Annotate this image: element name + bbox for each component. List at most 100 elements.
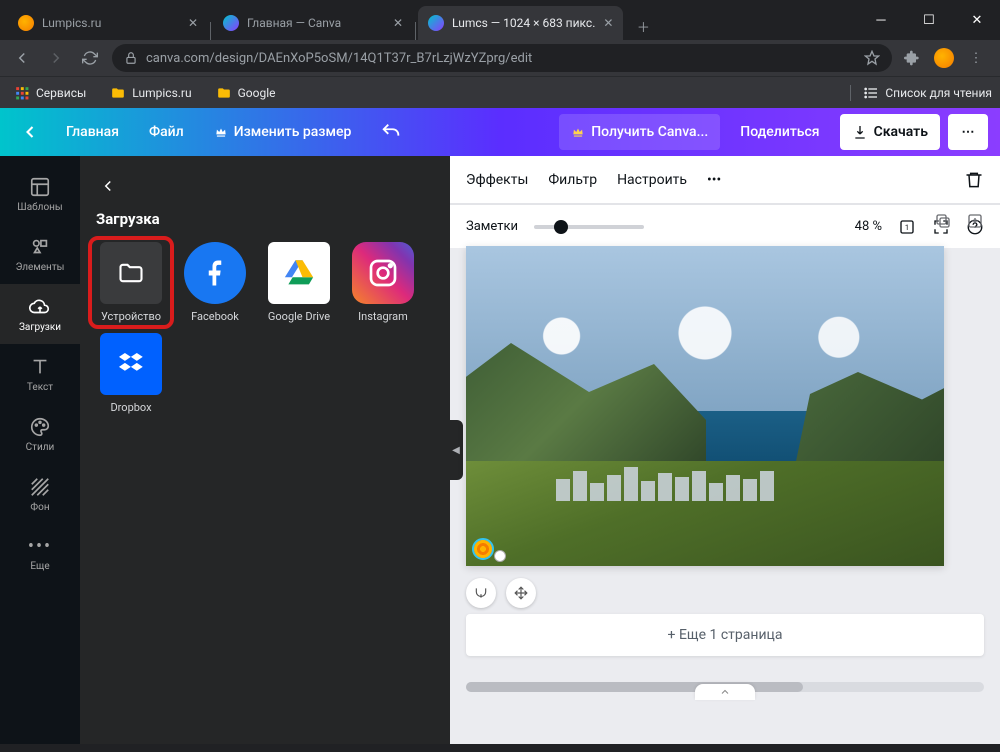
browser-menu-button[interactable]: ⋮ xyxy=(962,44,990,72)
forward-button[interactable] xyxy=(40,42,72,74)
rail-templates[interactable]: Шаблоны xyxy=(0,164,80,224)
bookmarks-bar: Сервисы Lumpics.ru Google Список для чте… xyxy=(0,76,1000,108)
file-button[interactable]: Файл xyxy=(137,114,196,150)
landscape-image xyxy=(466,246,944,566)
bookmark-lumpics[interactable]: Lumpics.ru xyxy=(104,81,197,105)
toolbar-effects[interactable]: Эффекты xyxy=(466,172,528,188)
add-page-button[interactable] xyxy=(966,212,984,230)
zoom-slider[interactable] xyxy=(534,225,644,229)
tab-title: Главная — Canva xyxy=(247,16,341,30)
chevron-up-icon xyxy=(719,686,731,698)
extensions-button[interactable] xyxy=(898,44,926,72)
toolbar-more[interactable]: ••• xyxy=(707,172,721,188)
folder-icon xyxy=(216,85,232,101)
get-pro-button[interactable]: Получить Canva... xyxy=(559,114,720,150)
canva-app: Главная Файл Изменить размер Получить Ca… xyxy=(0,108,1000,744)
text-icon xyxy=(29,356,51,378)
canvas-area: ◀ Эффекты Фильтр Настроить ••• xyxy=(450,156,1000,744)
source-instagram[interactable]: Instagram xyxy=(346,242,420,323)
lock-page-button[interactable] xyxy=(466,578,496,608)
header-more-button[interactable]: ⋯ xyxy=(948,114,988,150)
home-back-icon[interactable] xyxy=(12,114,48,150)
zoom-control xyxy=(534,225,644,229)
zoom-value[interactable]: 48 % xyxy=(855,219,882,234)
apps-icon xyxy=(14,85,30,101)
list-icon xyxy=(863,85,879,101)
reload-button[interactable] xyxy=(74,42,106,74)
rail-uploads[interactable]: Загрузки xyxy=(0,284,80,344)
slider-thumb[interactable] xyxy=(554,220,568,234)
minimize-button[interactable]: ─ xyxy=(858,5,904,35)
move-page-button[interactable] xyxy=(506,578,536,608)
cloud-upload-icon xyxy=(29,296,51,318)
url-text: canva.com/design/DAEnXoP5oSM/14Q1T37r_B7… xyxy=(146,51,532,66)
profile-avatar[interactable] xyxy=(930,44,958,72)
source-dropbox[interactable]: Dropbox xyxy=(94,333,168,414)
crown-icon xyxy=(571,125,585,139)
resize-button[interactable]: Изменить размер xyxy=(202,114,364,150)
app-header: Главная Файл Изменить размер Получить Ca… xyxy=(0,108,1000,156)
source-facebook[interactable]: Facebook xyxy=(178,242,252,323)
panel-back-button[interactable] xyxy=(92,170,124,202)
watermark-icon xyxy=(472,538,494,560)
rail-more[interactable]: ••• Еще xyxy=(0,524,80,584)
delete-button[interactable] xyxy=(964,170,984,190)
trash-icon xyxy=(964,170,984,190)
rail-styles[interactable]: Стили xyxy=(0,404,80,464)
facebook-icon xyxy=(184,242,246,304)
extension-icons: ⋮ xyxy=(898,44,994,72)
bookmark-label: Сервисы xyxy=(36,86,86,100)
elements-icon xyxy=(29,236,51,258)
address-bar[interactable]: canva.com/design/DAEnXoP5oSM/14Q1T37r_B7… xyxy=(112,44,892,72)
design-page[interactable] xyxy=(466,246,944,566)
lock-icon xyxy=(124,51,138,65)
notes-button[interactable]: Заметки xyxy=(466,219,518,234)
download-button[interactable]: Скачать xyxy=(840,114,940,150)
add-page-bar[interactable]: + Еще 1 страница xyxy=(466,614,984,656)
side-rail: Шаблоны Элементы Загрузки Текст Стили Фо… xyxy=(0,156,80,744)
source-google-drive[interactable]: Google Drive xyxy=(262,242,336,323)
folder-icon xyxy=(110,85,126,101)
panel-title: Загрузка xyxy=(96,210,434,228)
tab-canva-home[interactable]: Главная — Canva ✕ xyxy=(213,6,413,40)
tab-lumpics[interactable]: Lumpics.ru ✕ xyxy=(8,6,208,40)
dropbox-icon xyxy=(100,333,162,395)
favicon-icon xyxy=(428,15,444,31)
new-tab-button[interactable]: ＋ xyxy=(629,12,657,40)
tab-canva-design[interactable]: Lumcs — 1024 × 683 пикс. ✕ xyxy=(418,6,623,40)
canvas-toolbar: Эффекты Фильтр Настроить ••• xyxy=(450,156,1000,204)
close-tab-icon[interactable]: ✕ xyxy=(603,16,613,30)
hatch-icon xyxy=(29,476,51,498)
folder-icon xyxy=(100,242,162,304)
toolbar-adjust[interactable]: Настроить xyxy=(617,172,687,188)
bookmark-google[interactable]: Google xyxy=(210,81,282,105)
back-button[interactable] xyxy=(6,42,38,74)
maximize-button[interactable]: ☐ xyxy=(906,5,952,35)
close-window-button[interactable]: ✕ xyxy=(954,5,1000,35)
rail-text[interactable]: Текст xyxy=(0,344,80,404)
share-button[interactable]: Поделиться xyxy=(728,114,831,150)
reading-list-button[interactable]: Список для чтения xyxy=(850,85,992,101)
close-tab-icon[interactable]: ✕ xyxy=(188,16,198,30)
home-button[interactable]: Главная xyxy=(54,114,131,150)
editor-footer: Заметки 48 % 1 xyxy=(450,204,1000,248)
close-tab-icon[interactable]: ✕ xyxy=(393,16,403,30)
page-grid-button[interactable]: 1 xyxy=(898,218,916,236)
window-controls: ─ ☐ ✕ xyxy=(858,0,1000,40)
favicon-icon xyxy=(18,15,34,31)
duplicate-page-button[interactable] xyxy=(934,212,952,230)
toolbar-filter[interactable]: Фильтр xyxy=(548,172,597,188)
tab-title: Lumcs — 1024 × 683 пикс. xyxy=(452,16,595,30)
pages-drawer-handle[interactable] xyxy=(695,684,755,700)
instagram-icon xyxy=(352,242,414,304)
rail-elements[interactable]: Элементы xyxy=(0,224,80,284)
undo-button[interactable] xyxy=(369,114,413,150)
google-drive-icon xyxy=(268,242,330,304)
svg-text:1: 1 xyxy=(905,223,909,232)
source-device[interactable]: Устройство xyxy=(88,236,174,329)
bookmark-services[interactable]: Сервисы xyxy=(8,81,92,105)
palette-icon xyxy=(29,416,51,438)
rotation-handle[interactable] xyxy=(494,550,506,562)
rail-background[interactable]: Фон xyxy=(0,464,80,524)
star-icon[interactable] xyxy=(864,50,880,66)
